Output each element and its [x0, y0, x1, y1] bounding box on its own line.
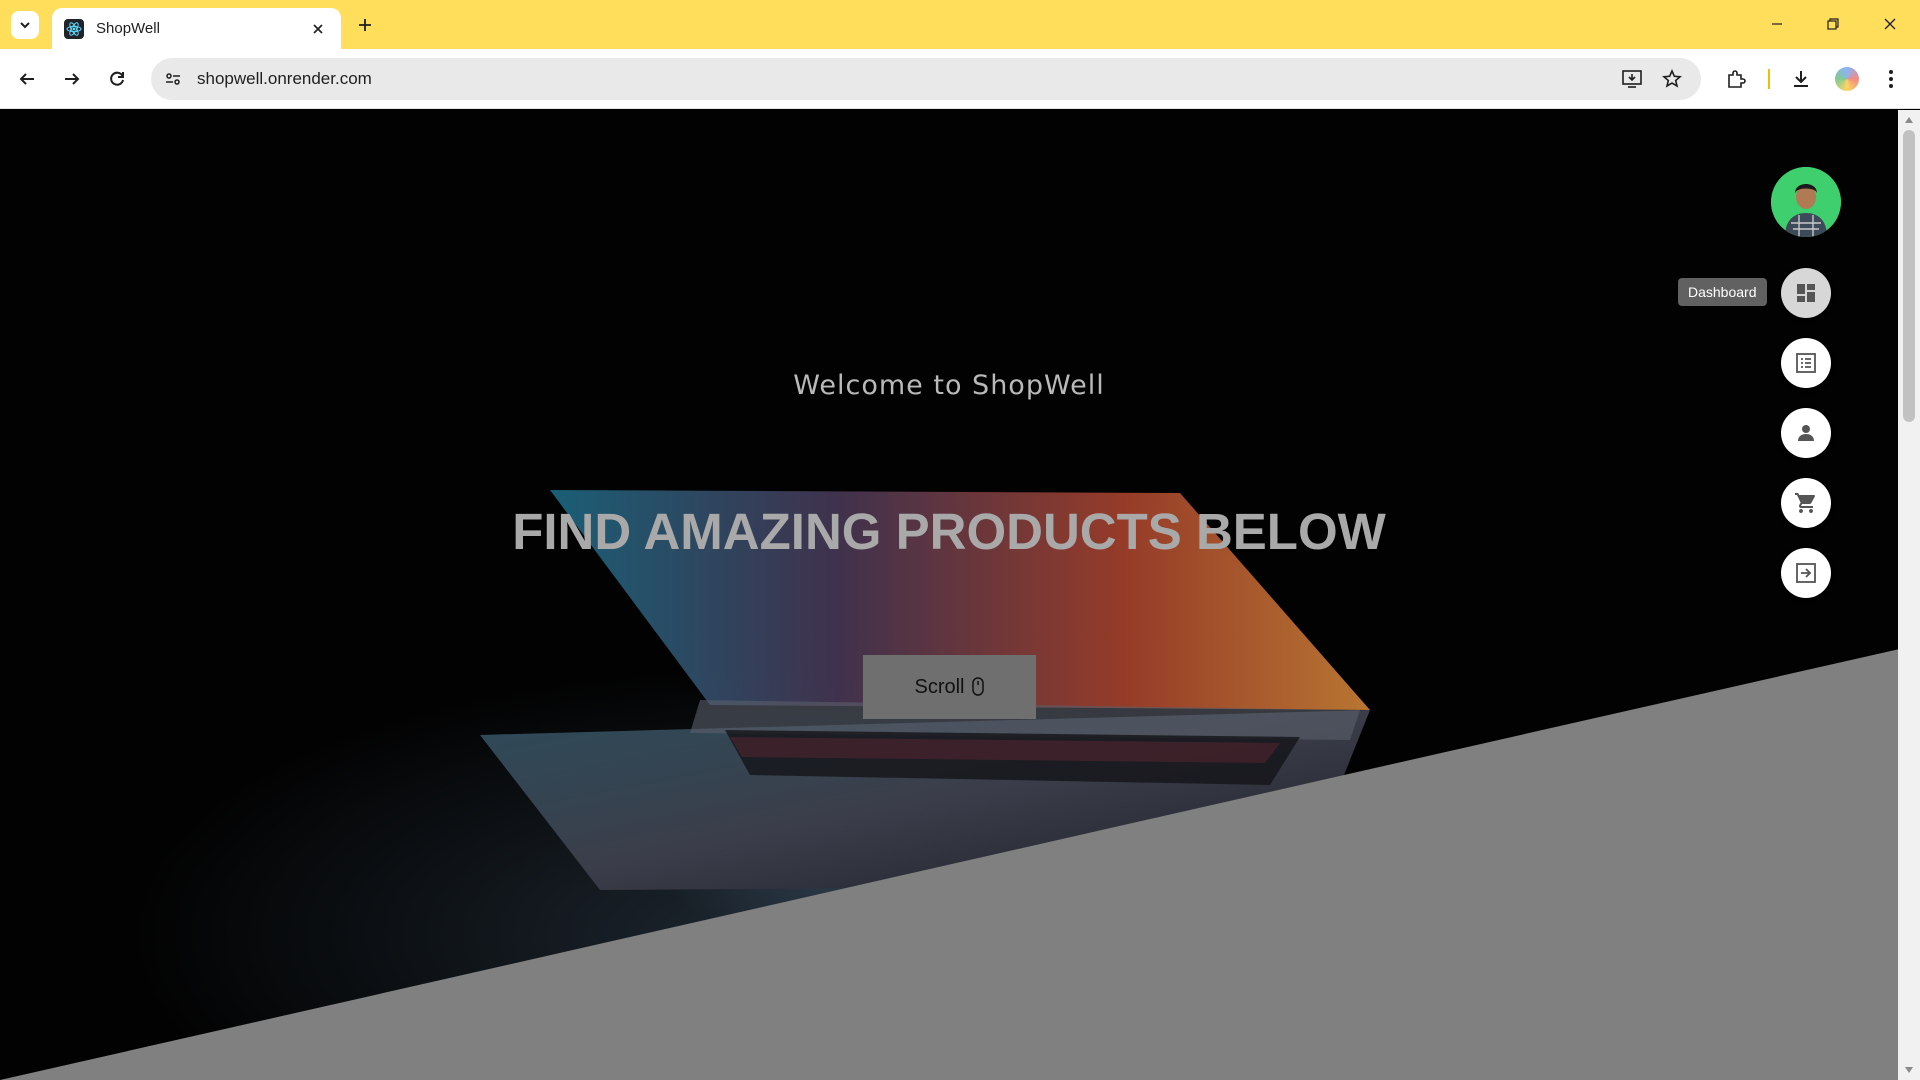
- user-avatar[interactable]: [1771, 167, 1841, 237]
- exit-icon: [1796, 563, 1816, 583]
- person-icon: [1798, 425, 1814, 441]
- scroll-thumb[interactable]: [1903, 130, 1915, 422]
- cart-icon: [1795, 493, 1816, 513]
- list-icon: [1796, 353, 1816, 373]
- page-viewport: Welcome to ShopWell FIND AMAZING PRODUCT…: [0, 110, 1898, 1080]
- user-photo-icon: [1771, 167, 1841, 237]
- extensions-button[interactable]: [1720, 63, 1752, 95]
- browser-tabbar: ShopWell: [0, 0, 1920, 49]
- more-vert-icon: [1889, 70, 1893, 88]
- reload-button[interactable]: [101, 63, 133, 95]
- tab-close-button[interactable]: [307, 18, 329, 40]
- profile-dial-button[interactable]: [1781, 408, 1831, 458]
- profile-button[interactable]: [1831, 63, 1863, 95]
- plus-icon: [359, 19, 371, 31]
- tab-title: ShopWell: [96, 20, 160, 37]
- welcome-text: Welcome to ShopWell: [793, 370, 1105, 401]
- download-icon: [1794, 71, 1808, 87]
- arrow-left-icon: [19, 73, 34, 85]
- forward-button[interactable]: [56, 63, 88, 95]
- logout-button[interactable]: [1781, 548, 1831, 598]
- toolbar-divider: [1768, 69, 1770, 89]
- dashboard-button[interactable]: [1781, 268, 1831, 318]
- new-tab-button[interactable]: [352, 12, 378, 38]
- install-app-button[interactable]: [1619, 67, 1645, 91]
- page-scrollbar[interactable]: [1898, 110, 1920, 1080]
- tab-search-button[interactable]: [11, 11, 39, 39]
- arrow-right-icon: [65, 73, 80, 85]
- scroll-up-arrow[interactable]: [1903, 114, 1915, 126]
- restore-icon: [1827, 18, 1839, 30]
- close-icon: [1884, 18, 1896, 30]
- scroll-button-label: Scroll: [914, 675, 965, 698]
- site-info-icon[interactable]: [161, 67, 185, 91]
- dashboard-icon: [1797, 284, 1815, 302]
- install-icon: [1622, 70, 1642, 88]
- react-icon: [64, 18, 84, 39]
- bookmark-button[interactable]: [1659, 67, 1685, 91]
- reload-icon: [110, 71, 124, 86]
- restore-button[interactable]: [1813, 8, 1853, 40]
- mouse-icon: [971, 677, 985, 697]
- downloads-button[interactable]: [1785, 63, 1817, 95]
- hero-headline: FIND AMAZING PRODUCTS BELOW: [512, 503, 1386, 560]
- url-text[interactable]: shopwell.onrender.com: [197, 69, 372, 89]
- profile-avatar-icon: [1835, 67, 1859, 91]
- scroll-button[interactable]: Scroll: [863, 655, 1036, 719]
- dashboard-tooltip: Dashboard: [1678, 278, 1767, 306]
- minimize-icon: [1772, 23, 1782, 25]
- scroll-down-arrow[interactable]: [1903, 1064, 1915, 1076]
- star-icon: [1662, 69, 1682, 88]
- menu-button[interactable]: [1875, 63, 1907, 95]
- cart-button[interactable]: [1781, 478, 1831, 528]
- close-window-button[interactable]: [1870, 8, 1910, 40]
- chevron-down-icon: [20, 22, 30, 29]
- browser-toolbar: shopwell.onrender.com: [0, 49, 1920, 109]
- browser-tab[interactable]: ShopWell: [52, 8, 341, 49]
- close-icon: [313, 23, 323, 34]
- puzzle-icon: [1728, 70, 1746, 88]
- address-bar[interactable]: shopwell.onrender.com: [151, 58, 1701, 100]
- orders-button[interactable]: [1781, 338, 1831, 388]
- minimize-button[interactable]: [1757, 8, 1797, 40]
- back-button[interactable]: [11, 63, 43, 95]
